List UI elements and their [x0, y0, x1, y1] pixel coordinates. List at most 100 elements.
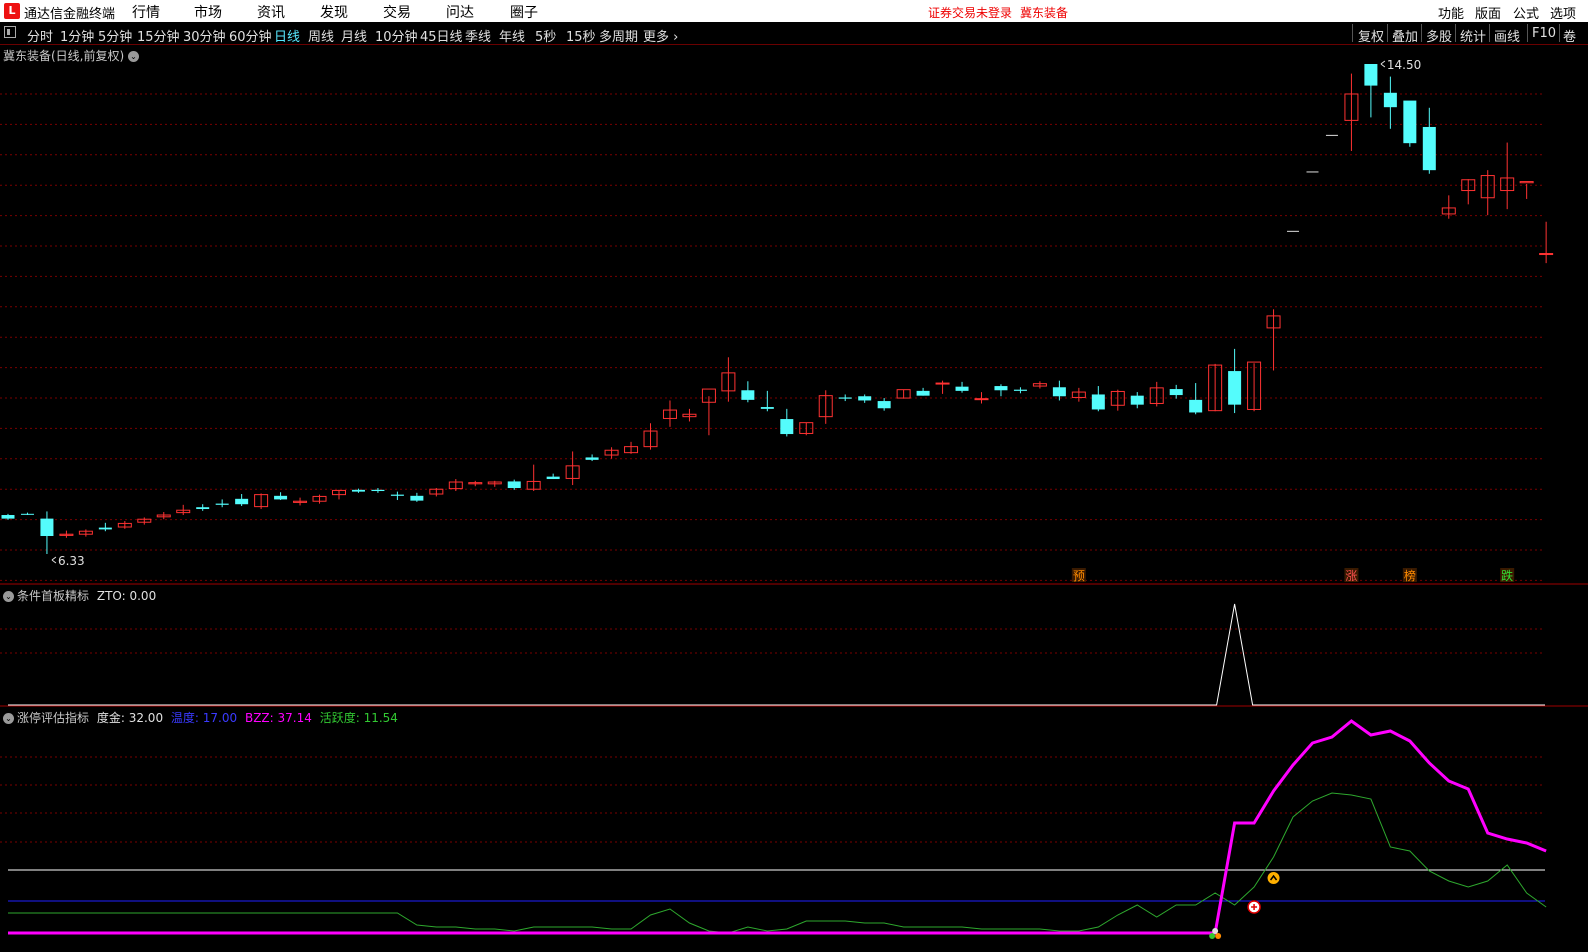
candle-body-down: [994, 386, 1008, 391]
candle-body-down: [390, 494, 404, 496]
btn-scroll[interactable]: 卷: [1563, 26, 1576, 45]
candle-body-down: [410, 495, 424, 501]
menu-circle[interactable]: 圈子: [510, 2, 538, 22]
candle-body-down: [98, 527, 112, 530]
period-fenshi[interactable]: 分时: [27, 26, 53, 45]
period-15sec[interactable]: 15秒: [566, 26, 596, 45]
btn-draw[interactable]: 画线: [1494, 26, 1520, 45]
candle-body-down: [1, 515, 15, 519]
candle-body-down: [955, 386, 969, 391]
candle-body-down: [838, 397, 852, 399]
indicator1-chart[interactable]: [0, 585, 1588, 707]
menu-discover[interactable]: 发现: [320, 2, 348, 22]
toolbar-divider: [1559, 24, 1560, 42]
menu-bar: L 通达信金融终端 行情 市场 资讯 发现 交易 问达 圈子 证券交易未登录 冀…: [0, 0, 1588, 22]
period-more[interactable]: 更多 ›: [643, 26, 678, 45]
candle-body-down: [760, 407, 774, 409]
period-yearly[interactable]: 年线: [499, 26, 525, 45]
high-arrow-icon: [1380, 60, 1386, 68]
menu-quotes[interactable]: 行情: [132, 2, 160, 22]
menu-wenda[interactable]: 问达: [446, 2, 474, 22]
menu-formula[interactable]: 公式: [1513, 3, 1539, 22]
period-quarterly[interactable]: 季线: [465, 26, 491, 45]
candle-body-down: [371, 489, 385, 492]
period-30min[interactable]: 30分钟: [183, 26, 226, 45]
signal-marker: 跌: [1501, 568, 1513, 583]
candle-body-down: [351, 489, 365, 492]
toolbar-divider: [1352, 24, 1353, 42]
signal-marker: 涨: [1345, 568, 1357, 583]
menu-layout[interactable]: 版面: [1475, 3, 1501, 22]
indicator2-chart[interactable]: [0, 707, 1588, 952]
period-multi[interactable]: 多周期: [599, 26, 638, 45]
candle-body-down: [1189, 399, 1203, 413]
btn-multi-stock[interactable]: 多股: [1426, 26, 1452, 45]
period-weekly[interactable]: 周线: [308, 26, 334, 45]
btn-overlay[interactable]: 叠加: [1392, 26, 1418, 45]
candle-body-down: [40, 518, 54, 537]
menu-market[interactable]: 市场: [194, 2, 222, 22]
candle-body-up: [935, 382, 950, 385]
up-signal-icon: [1267, 872, 1280, 884]
period-15min[interactable]: 15分钟: [137, 26, 180, 45]
period-60min[interactable]: 60分钟: [229, 26, 272, 45]
candlestick-chart[interactable]: 14.50 6.33 预 涨 榜 跌: [0, 44, 1588, 585]
btn-f10[interactable]: F10: [1532, 26, 1556, 41]
candle-body-down: [196, 507, 210, 510]
period-monthly[interactable]: 月线: [341, 26, 367, 45]
cluster-icon: [1209, 933, 1216, 939]
candle-body-down: [507, 481, 521, 489]
period-more-label: 更多: [643, 30, 670, 45]
app-logo-icon: L: [4, 3, 20, 19]
toolbar-divider: [1421, 24, 1422, 42]
menu-function[interactable]: 功能: [1438, 3, 1464, 22]
candle-body-down: [741, 390, 755, 400]
active-degree-line: [8, 792, 1547, 934]
period-5sec[interactable]: 5秒: [535, 26, 556, 45]
menu-news[interactable]: 资讯: [257, 2, 285, 22]
candle-body-down: [1383, 92, 1397, 108]
period-45day[interactable]: 45日线: [420, 26, 463, 45]
candle-body-up: [1519, 181, 1534, 184]
candle-body-down: [1013, 389, 1027, 391]
candle-body-down: [1091, 394, 1105, 410]
candle-body-down: [1228, 371, 1242, 405]
toolbar-divider: [1387, 24, 1388, 42]
signal-marker: 预: [1073, 569, 1085, 583]
low-arrow-icon: [51, 556, 57, 564]
candle-body-down: [1169, 389, 1183, 396]
period-5min[interactable]: 5分钟: [98, 26, 132, 45]
menu-trade[interactable]: 交易: [383, 2, 411, 22]
period-toolbar: 分时 1分钟 5分钟 15分钟 30分钟 60分钟 日线 周线 月线 10分钟 …: [0, 22, 1588, 45]
candle-body-down: [858, 396, 872, 401]
period-daily[interactable]: 日线: [274, 26, 300, 45]
app-title: 通达信金融终端: [24, 7, 116, 22]
candle-body-down: [235, 498, 249, 505]
candle-body-up: [974, 398, 989, 401]
cluster-icon: [1212, 928, 1219, 934]
toolbar-divider: [1455, 24, 1456, 42]
signal-marker: 榜: [1404, 568, 1416, 583]
high-price-label: 14.50: [1387, 58, 1421, 72]
candle-body-down: [780, 419, 794, 435]
login-status[interactable]: 证券交易未登录: [928, 4, 1012, 21]
period-10min[interactable]: 10分钟: [375, 26, 418, 45]
sidebar-toggle-icon[interactable]: [4, 26, 16, 38]
cluster-icon: [1215, 933, 1222, 939]
candle-body-down: [546, 476, 560, 480]
current-stock-name: 冀东装备: [1020, 6, 1069, 20]
period-1min[interactable]: 1分钟: [60, 26, 94, 45]
toolbar-divider: [1527, 24, 1528, 42]
candle-body-down: [1422, 126, 1436, 171]
menu-options[interactable]: 选项: [1550, 3, 1576, 22]
candle-body-down: [1403, 100, 1417, 144]
candle-body-down: [1364, 64, 1378, 86]
candle-body-down: [585, 457, 599, 460]
toolbar-divider: [1489, 24, 1490, 42]
candle-body-down: [1052, 387, 1066, 397]
zto-line: [8, 603, 1545, 706]
btn-restore-rights[interactable]: 复权: [1358, 26, 1384, 45]
chevron-right-icon: ›: [669, 30, 679, 45]
btn-statistics[interactable]: 统计: [1460, 26, 1486, 45]
low-price-label: 6.33: [58, 554, 85, 568]
